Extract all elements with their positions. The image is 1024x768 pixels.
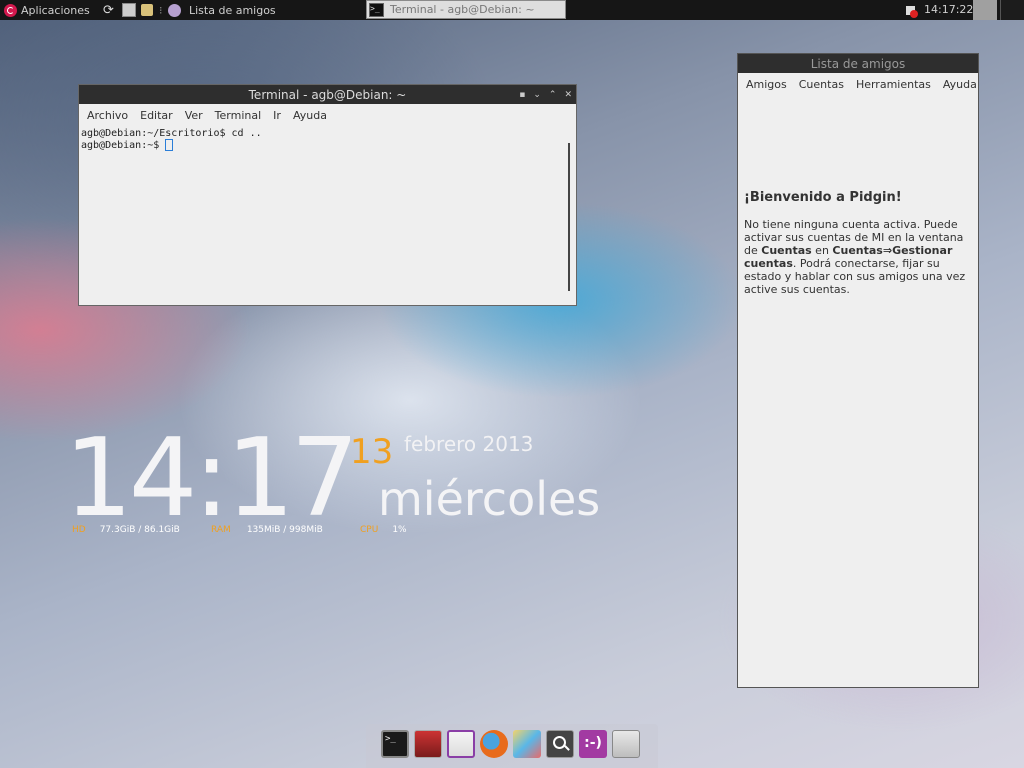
file-manager-icon[interactable]	[122, 0, 136, 20]
hd-value: 77.3GiB / 86.1GiB	[99, 525, 180, 535]
terminal-icon[interactable]: >_	[381, 730, 409, 758]
folder-icon[interactable]	[141, 0, 153, 20]
menu-editar[interactable]: Editar	[140, 109, 173, 122]
menu-amigos[interactable]: Amigos	[746, 78, 787, 91]
terminal-scrollbar[interactable]	[568, 143, 570, 291]
ram-value: 135MiB / 998MiB	[246, 525, 323, 535]
menu-cuentas[interactable]: Cuentas	[799, 78, 844, 91]
ram-label: RAM	[211, 525, 231, 535]
maximize-icon[interactable]: ⌃	[549, 90, 557, 100]
writer-icon[interactable]	[447, 730, 475, 758]
terminal-window: Terminal - agb@Debian: ~ ▪ ⌄ ⌃ ✕ Archivo…	[78, 84, 577, 306]
notification-icon[interactable]	[906, 0, 918, 20]
workspace-switcher-1[interactable]	[973, 0, 997, 20]
pidgin-menubar: Amigos Cuentas Herramientas Ayuda	[738, 73, 978, 95]
cpu-label: CPU	[360, 525, 379, 535]
terminal-menubar: Archivo Editar Ver Terminal Ir Ayuda	[79, 104, 576, 126]
pidgin-icon	[168, 3, 181, 17]
welcome-text-part: en	[811, 244, 833, 257]
menu-archivo[interactable]: Archivo	[87, 109, 128, 122]
menu-terminal[interactable]: Terminal	[215, 109, 262, 122]
applications-label: Aplicaciones	[21, 3, 90, 17]
hd-stat: HD 77.3GiB / 86.1GiB	[72, 525, 180, 535]
text-cursor	[165, 139, 174, 151]
terminal-title: Terminal - agb@Debian: ~	[248, 87, 407, 102]
desktop-clock-month-year: febrero 2013	[404, 432, 534, 456]
cuentas-bold: Cuentas	[761, 244, 812, 257]
hd-label: HD	[72, 525, 86, 535]
active-window-label: Lista de amigos	[189, 3, 276, 17]
mixer-icon[interactable]	[612, 730, 640, 758]
ram-stat: RAM 135MiB / 998MiB	[211, 525, 323, 535]
dock: >_ :-)	[366, 724, 658, 768]
software-center-icon[interactable]	[414, 730, 442, 758]
desktop-clock-weekday: miércoles	[378, 472, 601, 526]
cpu-stat: CPU 1%	[360, 525, 407, 535]
pidgin-welcome-heading: ¡Bienvenido a Pidgin!	[744, 190, 902, 205]
menu-herramientas[interactable]: Herramientas	[856, 78, 931, 91]
firefox-icon[interactable]	[480, 730, 508, 758]
close-icon[interactable]: ✕	[564, 90, 572, 100]
pidgin-titlebar[interactable]: Lista de amigos	[738, 54, 978, 73]
minimize-icon[interactable]: ⌄	[533, 90, 541, 100]
taskbar-terminal-button[interactable]: >_ Terminal - agb@Debian: ~	[366, 0, 566, 19]
menu-ver[interactable]: Ver	[185, 109, 203, 122]
debian-logo-icon	[4, 3, 17, 17]
taskbar-terminal-label: Terminal - agb@Debian: ~	[390, 3, 535, 16]
panel-clock[interactable]: 14:17:22	[924, 0, 973, 20]
search-icon[interactable]	[546, 730, 574, 758]
menu-ayuda[interactable]: Ayuda	[293, 109, 327, 122]
pidgin-active-window[interactable]: Lista de amigos	[168, 0, 276, 20]
top-panel: Aplicaciones ⟳ ⁝ Lista de amigos >_ Term…	[0, 0, 1024, 20]
pidgin-welcome-text: No tiene ninguna cuenta activa. Puede ac…	[744, 218, 972, 296]
menu-ayuda[interactable]: Ayuda	[943, 78, 977, 91]
cpu-value: 1%	[392, 525, 407, 535]
paint-icon[interactable]	[513, 730, 541, 758]
applications-menu-button[interactable]: Aplicaciones	[4, 0, 90, 20]
terminal-output[interactable]: agb@Debian:~/Escritorio$ cd .. agb@Debia…	[79, 127, 576, 305]
desktop-clock-time: 14:17	[64, 416, 359, 541]
pidgin-buddy-list-window: Lista de amigos Amigos Cuentas Herramien…	[737, 53, 979, 688]
window-menu-icon[interactable]: ▪	[519, 90, 525, 100]
terminal-titlebar[interactable]: Terminal - agb@Debian: ~ ▪ ⌄ ⌃ ✕	[79, 85, 576, 104]
refresh-icon[interactable]: ⟳	[103, 0, 114, 20]
menu-ir[interactable]: Ir	[273, 109, 281, 122]
terminal-line: agb@Debian:~/Escritorio$ cd ..	[81, 128, 262, 139]
desktop-clock-day: 13	[350, 432, 394, 472]
pidgin-title: Lista de amigos	[810, 56, 906, 71]
pidgin-icon[interactable]: :-)	[579, 730, 607, 758]
terminal-icon: >_	[369, 2, 384, 17]
workspace-switcher-2[interactable]	[1000, 0, 1024, 20]
terminal-prompt-line: agb@Debian:~$	[81, 139, 574, 151]
separator-icon: ⁝	[159, 3, 163, 17]
terminal-prompt: agb@Debian:~$	[81, 140, 166, 151]
